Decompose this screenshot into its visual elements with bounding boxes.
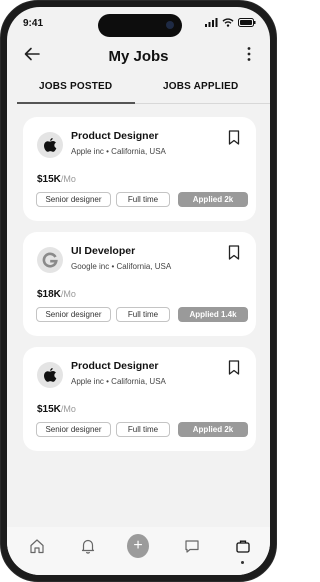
tab-jobs-posted[interactable]: JOBS POSTED bbox=[39, 81, 112, 92]
page-title: My Jobs bbox=[108, 48, 169, 65]
job-company-location: Apple inc • California, USA bbox=[71, 147, 166, 156]
salary-period: /Mo bbox=[60, 404, 76, 414]
nav-notifications[interactable] bbox=[77, 535, 99, 557]
job-salary: $18K/Mo bbox=[37, 289, 76, 300]
applied-badge[interactable]: Applied 2k bbox=[178, 192, 248, 207]
job-company-location: Google inc • California, USA bbox=[71, 262, 172, 271]
battery-icon bbox=[238, 18, 256, 27]
tag-chip: Senior designer bbox=[36, 192, 111, 207]
salary-period: /Mo bbox=[60, 289, 76, 299]
chat-icon bbox=[185, 540, 199, 553]
apple-logo-icon bbox=[37, 132, 63, 158]
job-salary: $15K/Mo bbox=[37, 174, 76, 185]
home-icon bbox=[30, 539, 44, 554]
job-role: UI Developer bbox=[71, 245, 136, 257]
camera-icon bbox=[166, 21, 174, 29]
wifi-icon bbox=[222, 18, 234, 27]
salary-period: /Mo bbox=[60, 174, 76, 184]
salary-amount: $18K bbox=[37, 289, 61, 300]
tab-active-indicator bbox=[17, 102, 135, 104]
job-card[interactable]: Product Designer Apple inc • California,… bbox=[23, 347, 256, 451]
nav-add[interactable]: + bbox=[127, 534, 149, 558]
nav-home[interactable] bbox=[26, 535, 48, 557]
tab-jobs-applied[interactable]: JOBS APPLIED bbox=[163, 81, 238, 92]
bookmark-icon[interactable] bbox=[228, 245, 240, 260]
job-role: Product Designer bbox=[71, 360, 159, 372]
tag-chip: Full time bbox=[116, 192, 170, 207]
bookmark-icon[interactable] bbox=[228, 360, 240, 375]
nav-messages[interactable] bbox=[181, 535, 203, 557]
job-location: California, USA bbox=[116, 262, 172, 271]
job-location: California, USA bbox=[111, 377, 166, 386]
more-vertical-icon[interactable] bbox=[246, 46, 252, 62]
dynamic-island bbox=[98, 14, 182, 37]
applied-badge[interactable]: Applied 1.4k bbox=[178, 307, 248, 322]
job-card[interactable]: UI Developer Google inc • California, US… bbox=[23, 232, 256, 336]
job-location: California, USA bbox=[111, 147, 166, 156]
google-logo-icon bbox=[37, 247, 63, 273]
plus-icon: + bbox=[127, 534, 149, 558]
tag-chip: Senior designer bbox=[36, 422, 111, 437]
status-bar: 9:41 bbox=[7, 7, 270, 37]
bottom-nav: + bbox=[7, 527, 270, 575]
tab-bar: JOBS POSTED JOBS APPLIED bbox=[17, 75, 270, 105]
tag-chip: Full time bbox=[116, 422, 170, 437]
screen: 9:41 My Jobs JOBS POSTED JOBS APPLIED Pr… bbox=[7, 7, 270, 575]
bell-icon bbox=[81, 539, 95, 554]
tag-chip: Full time bbox=[116, 307, 170, 322]
job-role: Product Designer bbox=[71, 130, 159, 142]
bookmark-icon[interactable] bbox=[228, 130, 240, 145]
status-time: 9:41 bbox=[23, 18, 44, 29]
company-name: Google inc bbox=[71, 262, 110, 271]
company-name: Apple inc bbox=[71, 377, 104, 386]
status-icons bbox=[205, 18, 256, 27]
job-company-location: Apple inc • California, USA bbox=[71, 377, 166, 386]
tag-chip: Senior designer bbox=[36, 307, 111, 322]
salary-amount: $15K bbox=[37, 174, 61, 185]
applied-badge[interactable]: Applied 2k bbox=[178, 422, 248, 437]
phone-frame: 9:41 My Jobs JOBS POSTED JOBS APPLIED Pr… bbox=[0, 0, 277, 582]
signal-icon bbox=[205, 18, 218, 27]
active-nav-indicator bbox=[241, 561, 244, 564]
job-card[interactable]: Product Designer Apple inc • California,… bbox=[23, 117, 256, 221]
nav-jobs[interactable] bbox=[232, 535, 254, 557]
company-name: Apple inc bbox=[71, 147, 104, 156]
briefcase-icon bbox=[236, 540, 250, 553]
header: My Jobs bbox=[7, 37, 270, 73]
job-salary: $15K/Mo bbox=[37, 404, 76, 415]
salary-amount: $15K bbox=[37, 404, 61, 415]
apple-logo-icon bbox=[37, 362, 63, 388]
